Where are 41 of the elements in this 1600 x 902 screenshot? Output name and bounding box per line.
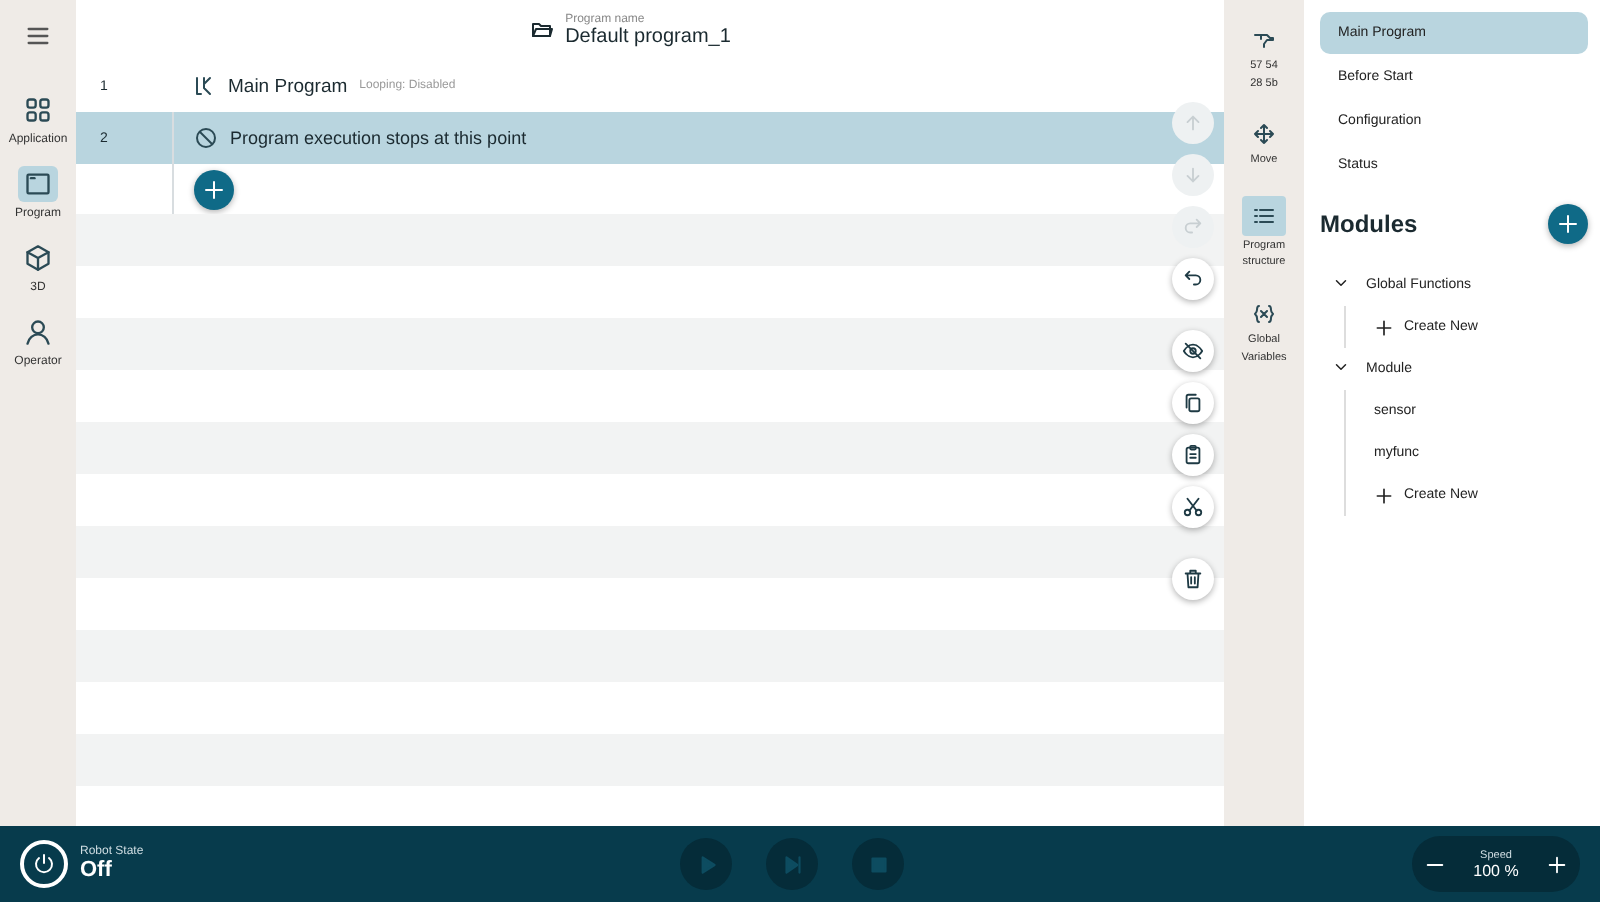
speed-value: 100 %	[1473, 861, 1519, 879]
prohibited-icon	[194, 126, 218, 150]
list-icon	[1252, 203, 1276, 228]
power-icon	[32, 852, 56, 876]
line-title: Main Program	[228, 75, 348, 97]
arrow-up-icon	[1182, 112, 1204, 134]
plus-icon	[202, 177, 226, 201]
cube-icon	[24, 244, 52, 272]
move-arrows-icon	[1252, 122, 1276, 147]
modules-heading: Modules	[1320, 210, 1418, 238]
eye-off-icon	[1182, 340, 1204, 362]
window-icon	[23, 170, 52, 198]
step-forward-icon	[779, 851, 805, 877]
line-title: Program execution stops at this point	[230, 128, 527, 148]
robot-icon	[1252, 28, 1276, 52]
trash-icon	[1182, 568, 1204, 590]
stop-icon	[865, 851, 891, 877]
power-button[interactable]	[20, 840, 68, 888]
folder-icon	[529, 18, 554, 42]
plus-icon	[1374, 485, 1394, 505]
chevron-down-icon	[1332, 274, 1350, 292]
plus-icon	[1374, 317, 1394, 337]
clipboard-icon	[1182, 444, 1204, 466]
grid-icon	[23, 96, 52, 124]
robot-state-value: Off	[80, 858, 114, 882]
plus-icon	[1546, 853, 1568, 875]
copy-icon	[1182, 392, 1204, 414]
undo-icon	[1182, 268, 1204, 290]
add-button[interactable]	[194, 169, 234, 209]
chevron-down-icon	[1332, 358, 1350, 376]
add-module-button[interactable]	[1548, 204, 1588, 244]
variable-icon	[1252, 301, 1276, 326]
arrow-down-icon	[1182, 164, 1204, 186]
scissors-icon	[1182, 496, 1204, 518]
redo-icon	[1182, 216, 1204, 238]
person-icon	[24, 318, 52, 346]
increase-button[interactable]	[1546, 853, 1568, 875]
plus-icon	[1556, 212, 1580, 236]
robot-arm-icon	[192, 74, 216, 98]
program-name[interactable]: Default program_1	[565, 25, 731, 47]
menu-icon	[24, 22, 52, 50]
